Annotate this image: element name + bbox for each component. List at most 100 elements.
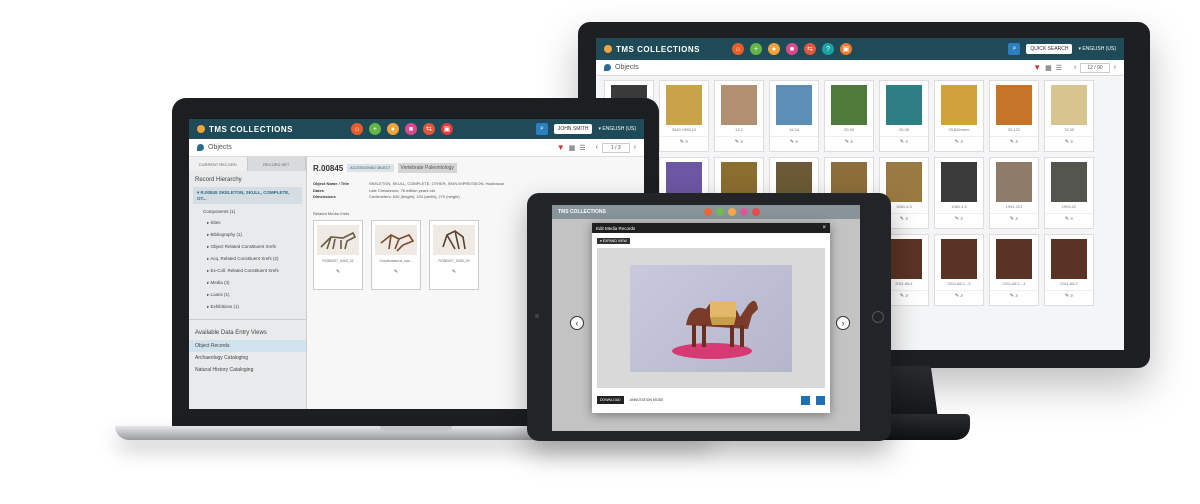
- zoom-icon[interactable]: ⌕: [905, 216, 908, 222]
- thumbnail-actions[interactable]: ✎ ⌕: [660, 136, 708, 145]
- pager-input[interactable]: 1 / 3: [601, 142, 630, 153]
- search-icon[interactable]: ⌕: [535, 123, 548, 135]
- object-thumbnail[interactable]: 25.36 ✎ ⌕: [879, 80, 929, 152]
- zoom-icon[interactable]: ⌕: [960, 293, 963, 299]
- download-button[interactable]: DOWNLOAD: [597, 396, 624, 404]
- tree-item[interactable]: ▸ Acq. Related Constituent Xrefs (2): [189, 253, 306, 265]
- media-card[interactable]: RON0007_9400_33 ✎: [429, 219, 479, 290]
- media-card[interactable]: Corythosaurus_cas... ✎: [371, 219, 421, 290]
- home-icon[interactable]: [703, 208, 712, 216]
- thumbnail-actions[interactable]: ✎ ⌕: [990, 136, 1038, 145]
- object-thumbnail[interactable]: 3040 1995.10 ✎ ⌕: [659, 80, 709, 152]
- prev-page-icon[interactable]: ‹: [1074, 64, 1076, 71]
- expand-view-toggle[interactable]: ▾ EXPAND VIEW: [597, 238, 630, 244]
- zoom-icon[interactable]: ⌕: [960, 139, 963, 145]
- filter-icon[interactable]: ▼: [557, 143, 565, 152]
- tree-item[interactable]: ▸ Ex-Coll. Related Constituent Xrefs: [189, 265, 306, 277]
- zoom-icon[interactable]: ⌕: [1070, 139, 1073, 145]
- media-card[interactable]: RON0007_9400_32 ✎: [313, 219, 363, 290]
- zoom-icon[interactable]: ⌕: [1015, 216, 1018, 222]
- next-page-icon[interactable]: ›: [634, 144, 636, 151]
- zoom-icon[interactable]: ⌕: [1015, 293, 1018, 299]
- filter-icon[interactable]: ▼: [1033, 63, 1041, 72]
- object-thumbnail[interactable]: 19.34 ✎ ⌕: [769, 80, 819, 152]
- add-icon[interactable]: +: [368, 123, 381, 135]
- cart-icon[interactable]: [751, 208, 760, 216]
- home-icon[interactable]: ⌂: [350, 123, 363, 135]
- object-thumbnail[interactable]: 2011.68.1...3 ✎ ⌕: [934, 234, 984, 306]
- edit-icon[interactable]: [801, 395, 810, 405]
- object-thumbnail[interactable]: 1981.4.5 ✎ ⌕: [934, 157, 984, 229]
- people-icon[interactable]: [727, 208, 736, 216]
- tablet-brand[interactable]: TMS COLLECTIONS: [558, 209, 606, 215]
- view-natural-history-cataloging[interactable]: Natural History Cataloging: [189, 364, 306, 376]
- tab-current-record[interactable]: CURRENT RECORD: [189, 157, 248, 171]
- zoom-icon[interactable]: ⌕: [850, 139, 853, 145]
- objects-icon[interactable]: ■: [404, 123, 417, 135]
- close-icon[interactable]: ×: [822, 225, 826, 231]
- object-thumbnail[interactable]: 29.83/mmm ✎ ⌕: [934, 80, 984, 152]
- zoom-icon[interactable]: ⌕: [960, 216, 963, 222]
- tree-item[interactable]: ▸ Loans (1): [189, 289, 306, 301]
- tree-item[interactable]: ▸ Bibliography (1): [189, 229, 306, 241]
- prev-page-icon[interactable]: ‹: [596, 144, 598, 151]
- objects-icon[interactable]: ■: [785, 43, 798, 55]
- zoom-icon[interactable]: ⌕: [1070, 293, 1073, 299]
- thumbnail-actions[interactable]: ✎ ⌕: [715, 136, 763, 145]
- relations-icon[interactable]: ⇆: [803, 43, 816, 55]
- tree-item[interactable]: ▸ Sites: [189, 217, 306, 229]
- language-select[interactable]: ▾ ENGLISH (US): [1078, 46, 1116, 52]
- edit-icon[interactable]: ✎: [394, 269, 398, 275]
- list-view-icon[interactable]: ☰: [1056, 64, 1062, 72]
- tree-item[interactable]: ▸ Exhibitions (1): [189, 301, 306, 313]
- thumbnail-actions[interactable]: ✎ ⌕: [935, 136, 983, 145]
- people-icon[interactable]: ●: [386, 123, 399, 135]
- grid-view-icon[interactable]: ▦: [1045, 64, 1052, 72]
- thumbnail-actions[interactable]: ✎ ⌕: [770, 136, 818, 145]
- thumbnail-actions[interactable]: ✎ ⌕: [1045, 290, 1093, 299]
- next-arrow-icon[interactable]: ›: [836, 316, 850, 330]
- user-select[interactable]: JOHN SMITH: [553, 124, 593, 134]
- add-icon[interactable]: +: [749, 43, 762, 55]
- edit-icon[interactable]: ✎: [452, 269, 456, 275]
- relations-icon[interactable]: ⇆: [422, 123, 435, 135]
- zoom-icon[interactable]: ⌕: [1015, 139, 1018, 145]
- object-thumbnail[interactable]: 1994.22 ✎ ⌕: [1044, 157, 1094, 229]
- add-icon[interactable]: [715, 208, 724, 216]
- object-thumbnail[interactable]: 20.35 ✎ ⌕: [824, 80, 874, 152]
- object-thumbnail[interactable]: 13.2 ✎ ⌕: [714, 80, 764, 152]
- zoom-icon[interactable]: ⌕: [685, 139, 688, 145]
- people-icon[interactable]: ●: [767, 43, 780, 55]
- tree-item[interactable]: Components (1): [189, 206, 306, 217]
- grid-view-icon[interactable]: ▦: [569, 144, 576, 152]
- language-select[interactable]: ▾ ENGLISH (US): [598, 126, 636, 132]
- quick-search-select[interactable]: QUICK SEARCH: [1026, 44, 1073, 54]
- view-object-records[interactable]: Object Records: [189, 340, 306, 352]
- cart-icon[interactable]: ▣: [839, 43, 852, 55]
- laptop-brand[interactable]: TMS COLLECTIONS: [197, 125, 293, 134]
- help-icon[interactable]: ?: [821, 43, 834, 55]
- object-thumbnail[interactable]: 78.35 ✎ ⌕: [1044, 80, 1094, 152]
- thumbnail-actions[interactable]: ✎ ⌕: [990, 213, 1038, 222]
- thumbnail-actions[interactable]: ✎ ⌕: [1045, 213, 1093, 222]
- monitor-brand[interactable]: TMS COLLECTIONS: [604, 45, 700, 54]
- zoom-icon[interactable]: ⌕: [740, 139, 743, 145]
- annotation-mode-toggle[interactable]: ANNOTATION MODE: [630, 398, 664, 402]
- thumbnail-actions[interactable]: ✎ ⌕: [825, 136, 873, 145]
- zoom-icon[interactable]: ⌕: [1070, 216, 1073, 222]
- objects-icon[interactable]: [739, 208, 748, 216]
- zoom-icon[interactable]: ⌕: [905, 139, 908, 145]
- zoom-icon[interactable]: ⌕: [905, 293, 908, 299]
- pager-input[interactable]: 12 / 90: [1080, 62, 1110, 73]
- zoom-icon[interactable]: ⌕: [795, 139, 798, 145]
- object-thumbnail[interactable]: 2011.68.2 ✎ ⌕: [1044, 234, 1094, 306]
- thumbnail-actions[interactable]: ✎ ⌕: [1045, 136, 1093, 145]
- tree-item[interactable]: ▸ Media (3): [189, 277, 306, 289]
- cart-icon[interactable]: ▣: [440, 123, 453, 135]
- menu-icon[interactable]: [816, 395, 825, 405]
- thumbnail-actions[interactable]: ✎ ⌕: [990, 290, 1038, 299]
- tree-item[interactable]: ▸ Object Related Constituent Xrefs: [189, 241, 306, 253]
- object-thumbnail[interactable]: 1991.221 ✎ ⌕: [989, 157, 1039, 229]
- view-archaeology-cataloging[interactable]: Archaeology Cataloging: [189, 352, 306, 364]
- list-view-icon[interactable]: ☰: [579, 144, 585, 152]
